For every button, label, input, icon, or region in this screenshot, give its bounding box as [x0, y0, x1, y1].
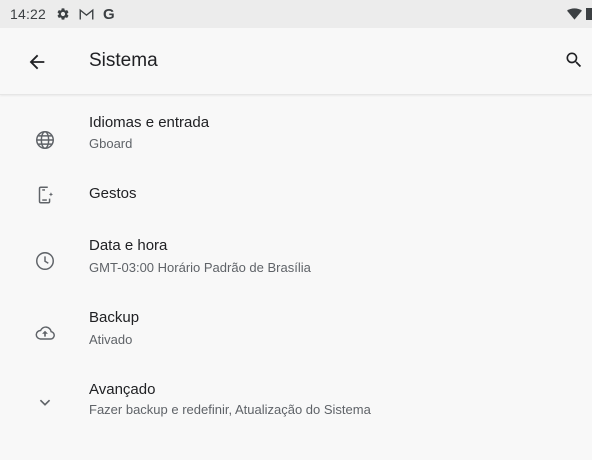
clock-icon	[34, 250, 56, 272]
status-bar: 14:22 G	[0, 0, 592, 28]
gestures-phone-icon	[34, 184, 56, 206]
notification-icons: G	[56, 6, 115, 23]
settings-gear-icon	[57, 8, 69, 20]
settings-item-advanced[interactable]: Avançado Fazer backup e redefinir, Atual…	[0, 373, 592, 437]
search-icon	[566, 52, 582, 68]
settings-item-title: Idiomas e entrada	[89, 114, 210, 131]
settings-item-title: Gestos	[89, 185, 137, 202]
app-bar: Sistema	[0, 28, 592, 95]
cloud-upload-icon	[34, 322, 56, 344]
page-title: Sistema	[89, 50, 158, 71]
settings-item-subtitle: Ativado	[89, 332, 133, 347]
back-button[interactable]	[26, 51, 48, 73]
settings-item-subtitle: Fazer backup e redefinir, Atualização do…	[89, 402, 371, 417]
system-icons	[567, 0, 592, 28]
status-time: 14:22	[10, 6, 47, 22]
settings-item-subtitle: GMT-03:00 Horário Padrão de Brasília	[89, 260, 311, 275]
battery-icon	[586, 8, 592, 20]
google-g-icon: G	[103, 5, 115, 23]
settings-item-languages[interactable]: Idiomas e entrada Gboard	[0, 105, 592, 169]
settings-item-title: Backup	[89, 309, 140, 326]
globe-icon	[34, 129, 56, 151]
chevron-down-icon	[34, 391, 56, 413]
settings-item-backup[interactable]: Backup Ativado	[0, 301, 592, 365]
gmail-icon	[79, 8, 94, 19]
settings-item-date-time[interactable]: Data e hora GMT-03:00 Horário Padrão de …	[0, 231, 592, 295]
settings-item-subtitle: Gboard	[89, 136, 133, 151]
search-button[interactable]	[564, 50, 584, 70]
settings-item-gestures[interactable]: Gestos	[0, 169, 592, 221]
arrow-back-icon	[29, 54, 45, 70]
wifi-icon	[567, 8, 582, 20]
settings-item-title: Data e hora	[89, 237, 168, 254]
settings-item-title: Avançado	[89, 381, 156, 398]
